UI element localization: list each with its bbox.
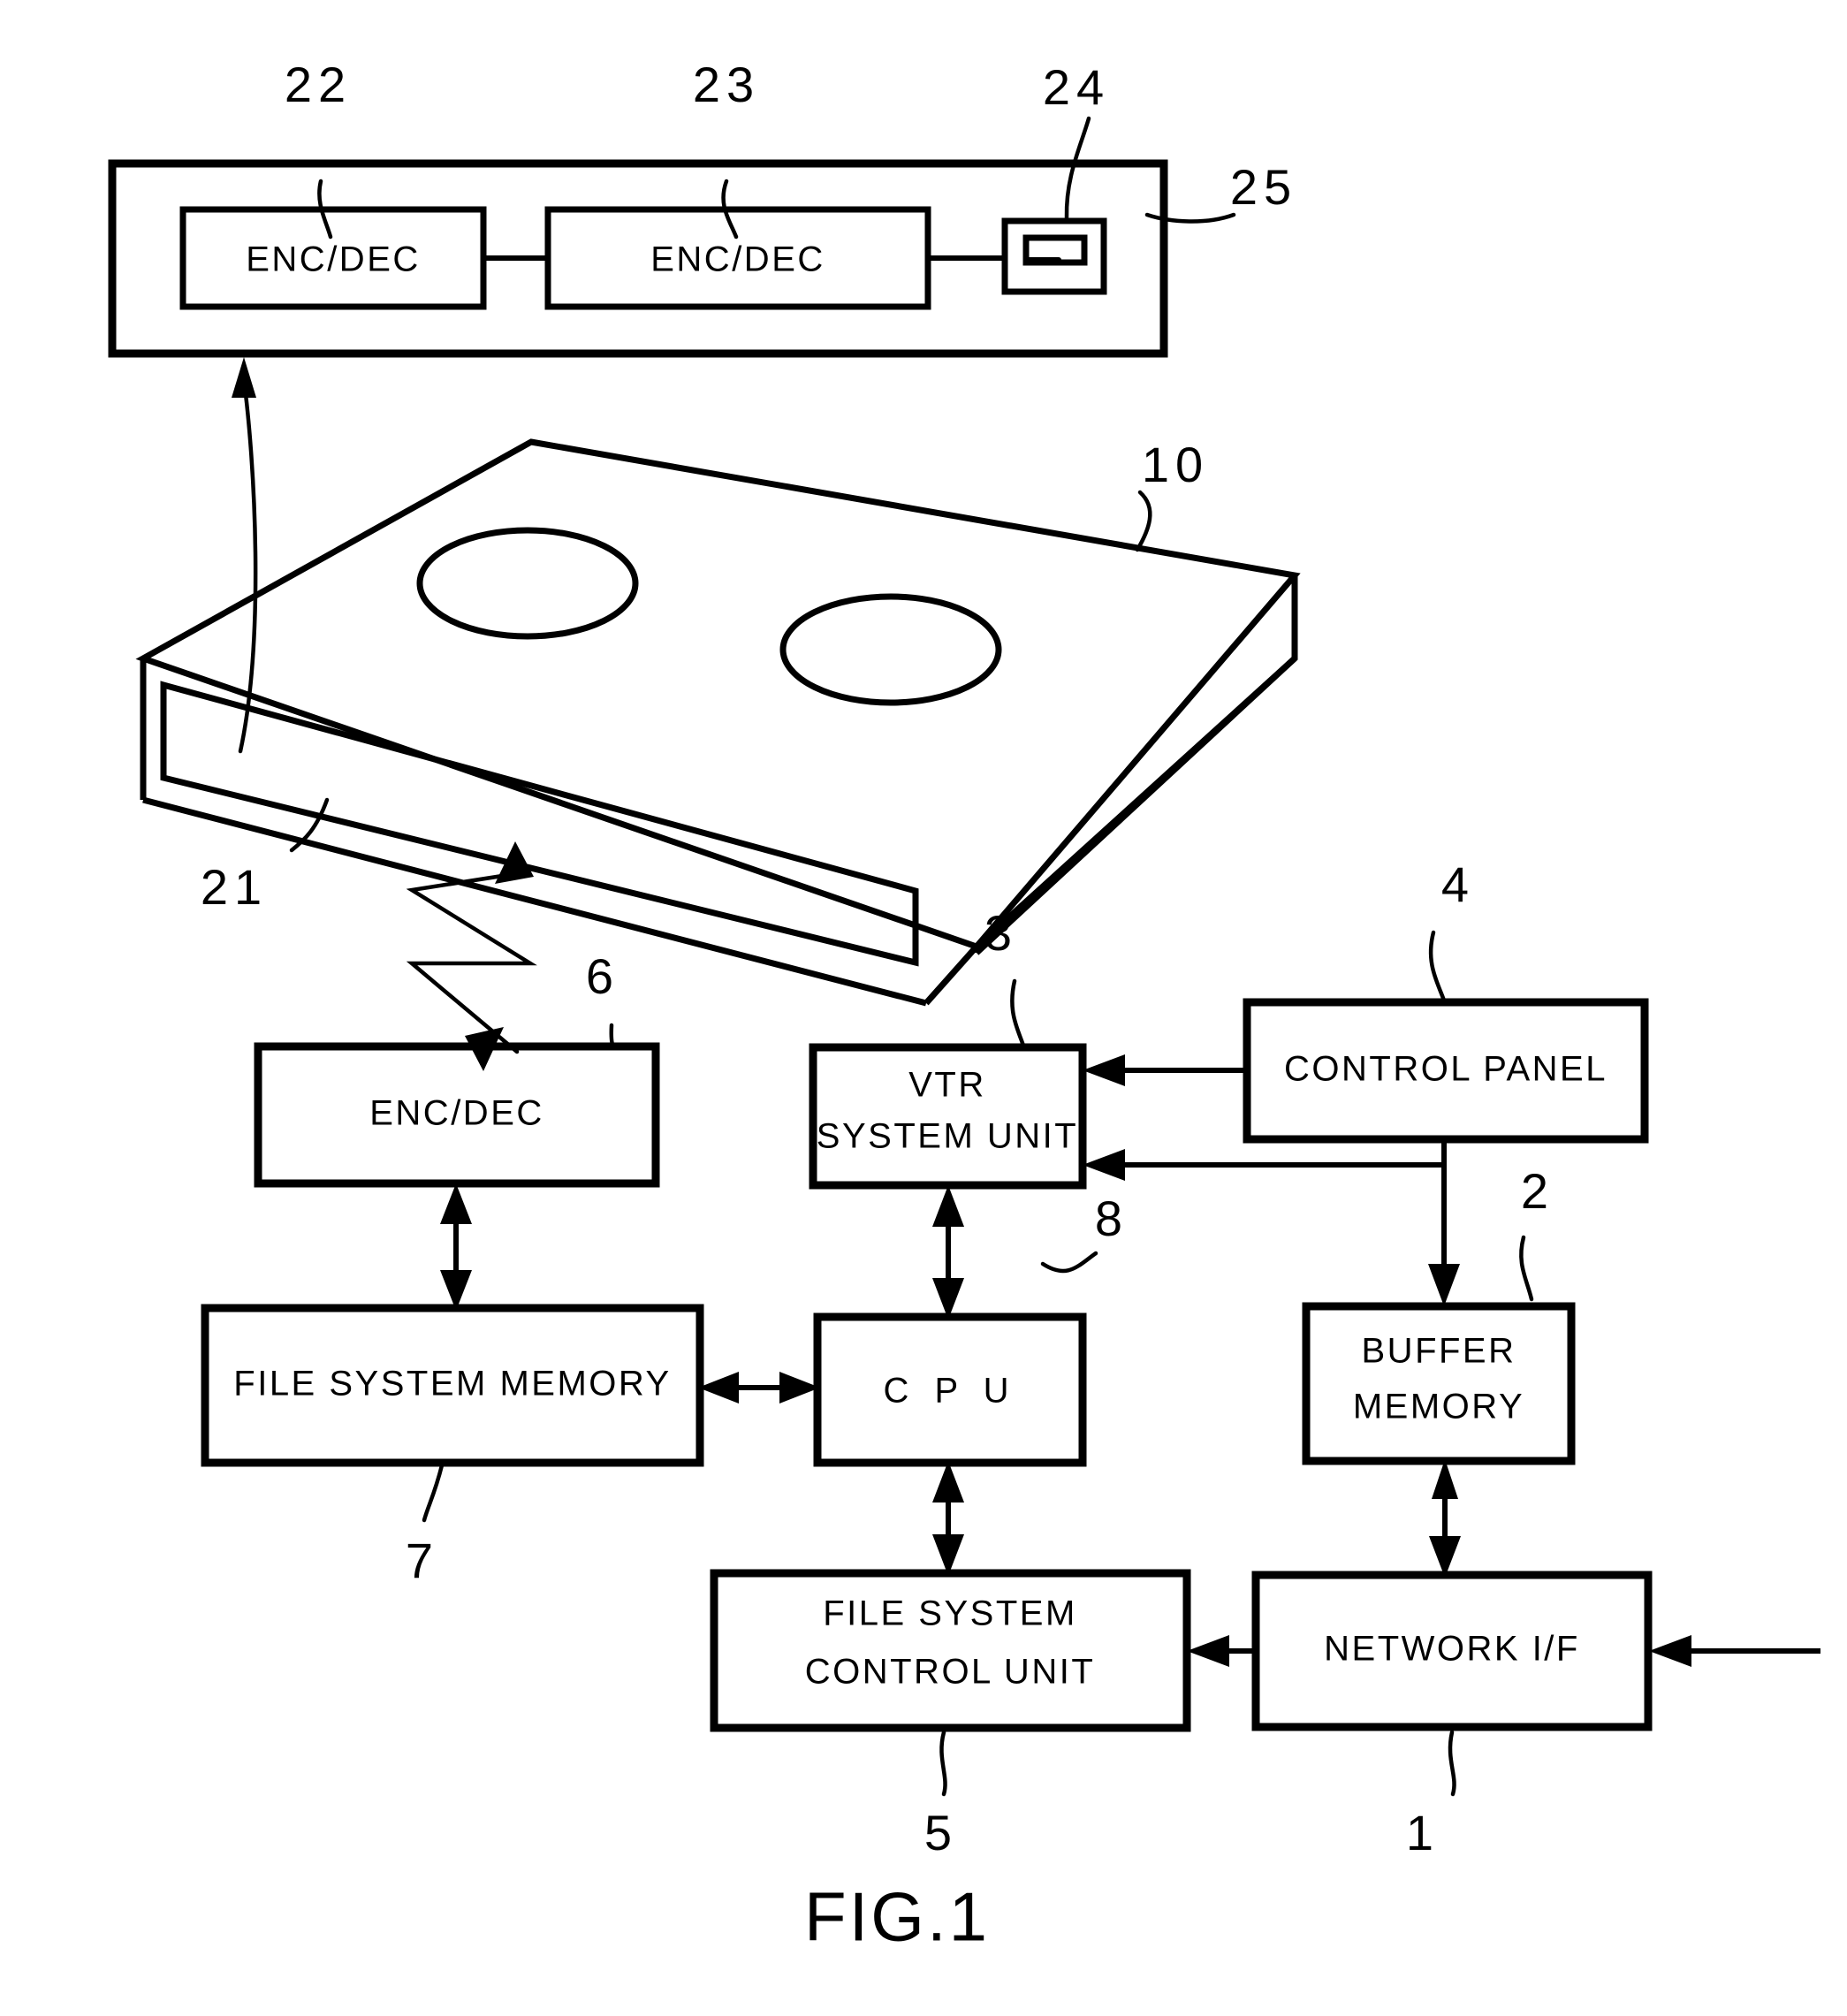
cassette-front-slot [160, 681, 919, 967]
arrow-fsm-cpu-head-left [698, 1372, 739, 1404]
ref-numeral-2: 2 [1521, 1163, 1554, 1219]
ic-memory-cassette-unit: ENC/DEC ENC/DEC [108, 159, 1168, 358]
block-vtr-system-unit: VTR SYSTEM UNIT [809, 1043, 1087, 1190]
buffer-memory-label-line1: BUFFER [1362, 1332, 1516, 1371]
block-buffer-memory: BUFFER MEMORY [1302, 1302, 1576, 1465]
ref-numeral-10: 10 [1142, 437, 1209, 492]
arrow-vtr-cpu [932, 1185, 964, 1320]
arrow-cpu-fscu [932, 1461, 964, 1576]
cassette-top-face [135, 438, 1301, 951]
block-file-system-memory: FILE SYSTEM MEMORY [201, 1304, 704, 1467]
leader-10 [1135, 490, 1152, 552]
cpu-label: C P U [884, 1372, 1017, 1411]
control-panel-label: CONTROL PANEL [1284, 1050, 1608, 1089]
leader-2 [1519, 1235, 1534, 1302]
ref-numeral-4: 4 [1441, 856, 1475, 912]
ref-numeral-1: 1 [1406, 1805, 1440, 1860]
block-file-system-control-unit: FILE SYSTEM CONTROL UNIT [710, 1569, 1191, 1732]
cassette-right-face-top [974, 656, 1297, 949]
arrow-bus-to-vtr [1083, 1139, 1447, 1181]
cassette-3d-illustration [135, 438, 1301, 1007]
ref-numeral-24: 24 [1043, 59, 1110, 115]
leader-3 [1010, 978, 1026, 1048]
arrow-control-panel-to-vtr [1083, 1054, 1247, 1086]
arrow-network-fscu-head [1187, 1635, 1229, 1667]
leader-7 [422, 1463, 445, 1523]
cassette-reel-hole-right [779, 593, 1002, 706]
buffer-memory-box [1302, 1302, 1576, 1465]
cassette-front-right-corner [924, 944, 979, 1006]
arrow-buffer-network-head-up [1432, 1459, 1458, 1499]
file-system-control-unit-label-line1: FILE SYSTEM [823, 1594, 1077, 1633]
ref-numeral-8: 8 [1095, 1191, 1129, 1246]
buffer-memory-label-line2: MEMORY [1353, 1388, 1524, 1426]
arrow-cpu-fscu-head-up [932, 1461, 964, 1502]
arrow-external-input-head [1649, 1635, 1691, 1667]
file-system-control-unit-label-line2: CONTROL UNIT [805, 1653, 1096, 1692]
vtr-system-unit-label-line1: VTR [908, 1066, 986, 1105]
encdec-label: ENC/DEC [369, 1094, 544, 1133]
figure-caption: FIG.1 [804, 1878, 990, 1956]
block-encdec: ENC/DEC [254, 1042, 660, 1188]
arrow-network-to-fscu [1187, 1635, 1256, 1667]
leader-24 [1064, 116, 1091, 220]
leader-4 [1428, 930, 1447, 1003]
cassette-connector-shell [1001, 217, 1107, 295]
patent-figure-drawing: ENC/DEC ENC/DEC 22 23 24 25 10 21 ENC/DE… [108, 57, 1820, 1956]
vtr-system-unit-label-line2: SYSTEM UNIT [817, 1117, 1078, 1156]
ref-numeral-6: 6 [586, 948, 619, 1004]
arrow-vtr-cpu-head-up [932, 1185, 964, 1227]
arrow-fsm-cpu [698, 1372, 820, 1404]
cassette-to-unit-arrowhead [232, 357, 256, 398]
arrow-encdec-filesystemmemory [440, 1183, 472, 1311]
ref-numeral-21: 21 [201, 859, 268, 915]
block-control-panel: CONTROL PANEL [1243, 998, 1649, 1144]
cassette-encdec-label: ENC/DEC [650, 240, 825, 279]
ref-numeral-23: 23 [693, 57, 760, 112]
leader-1 [1448, 1730, 1456, 1797]
arrow-buffer-network [1429, 1459, 1461, 1578]
leader-5 [939, 1730, 947, 1797]
arrow-external-input [1649, 1635, 1820, 1667]
zigzag-connector-path [406, 870, 537, 1054]
patent-figure-page: ENC/DEC ENC/DEC 22 23 24 25 10 21 ENC/DE… [0, 0, 1847, 2016]
cassette-reel-hole-left [416, 527, 639, 640]
block-network-if: NETWORK I/F [1251, 1571, 1653, 1731]
file-system-memory-label: FILE SYSTEM MEMORY [233, 1365, 671, 1404]
network-if-label: NETWORK I/F [1324, 1630, 1580, 1669]
ref-numeral-5: 5 [924, 1805, 958, 1860]
ref-numeral-25: 25 [1230, 159, 1297, 215]
arrow-encdec-fsm-head-up [440, 1183, 472, 1224]
leader-8 [1040, 1251, 1098, 1274]
arrow-vtr-bus-to-buffer [1428, 1165, 1460, 1306]
ref-numeral-7: 7 [406, 1533, 439, 1588]
block-cpu: C P U [813, 1312, 1087, 1467]
ic-memory-label: ENC/DEC [246, 240, 421, 279]
arrow-bus-to-vtr-head [1083, 1149, 1125, 1181]
arrow-cp-vtr-head [1083, 1054, 1125, 1086]
ref-numeral-3: 3 [984, 905, 1018, 961]
ref-numeral-22: 22 [285, 57, 352, 112]
arrow-bus-down-head [1428, 1264, 1460, 1306]
